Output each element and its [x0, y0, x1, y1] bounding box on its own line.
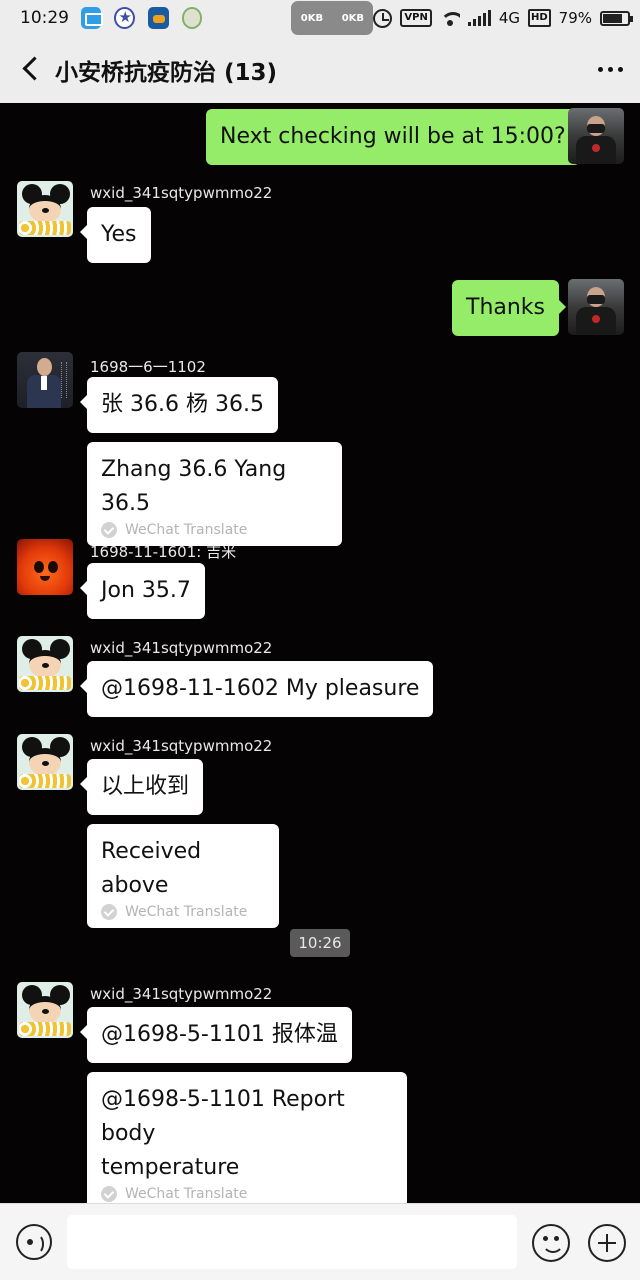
- chat-timestamp: 10:26: [290, 929, 350, 957]
- more-dots-icon[interactable]: [580, 36, 640, 103]
- hd-icon: HD: [527, 9, 551, 27]
- incoming-message-bubble[interactable]: 以上收到: [79, 759, 204, 815]
- check-circle-icon: [101, 1186, 117, 1202]
- network-type: 4G: [498, 9, 520, 27]
- translate-source: WeChat Translate: [101, 1186, 393, 1202]
- download-app-icon: [148, 7, 169, 29]
- sender-name: 1698-11-1601: 吉米: [90, 543, 237, 561]
- businessman-avatar[interactable]: [17, 352, 73, 408]
- messages-icon: [81, 7, 104, 29]
- translation-text-line: temperature: [101, 1155, 240, 1180]
- chat-header: 小安桥抗疫防治 (13): [0, 36, 640, 103]
- signal-icon: [467, 10, 491, 26]
- message-input[interactable]: [67, 1215, 517, 1269]
- battery-icon: [600, 10, 633, 26]
- wifi-icon: [439, 10, 460, 26]
- star-app-icon: [114, 7, 136, 29]
- status-indicators: VPN 4G HD 79%: [373, 8, 633, 28]
- upload-speed: 0KB: [300, 12, 324, 24]
- translate-label: WeChat Translate: [125, 904, 248, 920]
- mickey-avatar[interactable]: [17, 734, 73, 790]
- translate-label: WeChat Translate: [125, 1186, 248, 1202]
- translation-text: Zhang 36.6 Yang 36.5: [101, 457, 287, 516]
- chevron-left-icon[interactable]: [5, 36, 55, 103]
- fire-panda-avatar[interactable]: [17, 539, 73, 595]
- incoming-message-bubble[interactable]: Yes: [80, 207, 151, 263]
- vpn-icon: VPN: [400, 9, 432, 27]
- battery-fill: [603, 13, 622, 23]
- sender-name: wxid_341sqtypwmmo22: [90, 985, 273, 1003]
- mickey-avatar[interactable]: [17, 982, 73, 1038]
- download-speed: 0KB: [341, 12, 365, 24]
- incoming-message-bubble[interactable]: 张 36.6 杨 36.5: [80, 377, 278, 433]
- chat-message-list[interactable]: Next checking will be at 15:00? wxid_341…: [0, 103, 640, 1210]
- incoming-message-bubble[interactable]: Jon 35.7: [80, 563, 205, 619]
- self-avatar[interactable]: [568, 108, 624, 164]
- translate-source: WeChat Translate: [101, 522, 328, 538]
- status-time: 10:29: [20, 8, 69, 28]
- plus-icon[interactable]: [588, 1224, 626, 1262]
- mickey-avatar[interactable]: [17, 181, 73, 237]
- translation-text: Received above: [101, 839, 202, 898]
- status-bar: 10:29 0KB 0KB VPN 4G HD 79%: [0, 0, 640, 36]
- alarm-icon: [373, 8, 393, 28]
- incoming-message-bubble[interactable]: @1698-5-1101 报体温: [80, 1007, 352, 1063]
- mickey-avatar[interactable]: [17, 636, 73, 692]
- emoji-icon[interactable]: [532, 1224, 570, 1262]
- voice-icon[interactable]: [16, 1224, 52, 1260]
- self-avatar[interactable]: [568, 279, 624, 335]
- translation-text-line: @1698-5-1101 Report body: [101, 1087, 345, 1146]
- check-circle-icon: [101, 522, 117, 538]
- translation-card[interactable]: Received above WeChat Translate: [87, 824, 279, 928]
- battery-percent: 79%: [558, 9, 592, 27]
- translation-card[interactable]: @1698-5-1101 Report body temperature WeC…: [87, 1072, 407, 1210]
- check-circle-icon: [101, 904, 117, 920]
- sender-name: wxid_341sqtypwmmo22: [90, 737, 273, 755]
- network-speed-indicator: 0KB 0KB: [291, 1, 374, 35]
- translate-source: WeChat Translate: [101, 904, 265, 920]
- translate-label: WeChat Translate: [125, 522, 248, 538]
- ball-app-icon: [181, 7, 203, 29]
- sender-name: wxid_341sqtypwmmo22: [90, 639, 273, 657]
- incoming-message-bubble[interactable]: @1698-11-1602 My pleasure: [79, 661, 434, 717]
- sender-name: wxid_341sqtypwmmo22: [90, 184, 273, 202]
- message-input-bar: [0, 1203, 640, 1280]
- translation-card[interactable]: Zhang 36.6 Yang 36.5 WeChat Translate: [87, 442, 342, 546]
- chat-title: 小安桥抗疫防治 (13): [55, 59, 278, 86]
- sender-name: 1698一6一1102: [90, 358, 206, 376]
- outgoing-message-bubble[interactable]: Thanks: [452, 280, 567, 336]
- outgoing-message-bubble[interactable]: Next checking will be at 15:00?: [206, 109, 587, 165]
